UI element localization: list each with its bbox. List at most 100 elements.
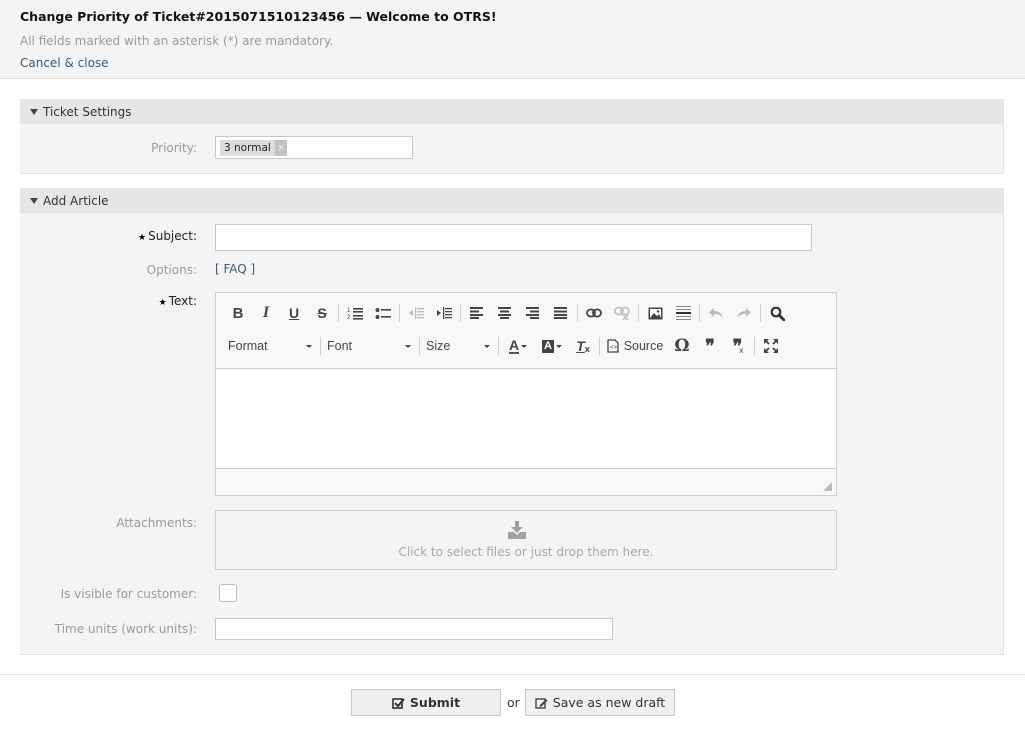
resize-handle-icon[interactable] [823,482,832,491]
remove-format-button[interactable]: Tx [569,334,597,358]
add-article-section: Add Article ★ Subject: Options: [ FAQ ] ★… [20,188,1004,655]
time-units-input[interactable] [215,618,613,640]
priority-select[interactable]: 3 normal x [215,136,413,159]
blockquote-button[interactable]: ❞ [696,334,724,358]
image-button[interactable] [641,301,669,325]
outdent-icon [409,307,424,319]
source-button[interactable]: <> Source [602,334,668,358]
size-combo[interactable]: Size [422,334,496,358]
priority-value: 3 normal [224,142,271,154]
toolbar-separator [699,304,700,322]
toolbar-separator [460,304,461,322]
link-icon [586,308,602,318]
visible-for-customer-checkbox[interactable] [219,584,237,602]
page-title: Change Priority of Ticket#20150715101234… [20,9,497,24]
justify-icon [554,307,567,319]
cancel-close-link[interactable]: Cancel & close [20,55,109,71]
text-color-icon: A [508,336,520,354]
align-center-button[interactable] [491,301,519,325]
redo-icon [737,308,751,318]
collapse-triangle-icon [30,108,38,115]
horizontal-line-icon [675,306,691,320]
outdent-button[interactable] [402,301,430,325]
strikethrough-button[interactable]: S [308,301,336,325]
editor-toolbar-row-2: Format Font Size A A Tx <> Source Ω ❞ ❞ x [224,333,785,359]
bulleted-list-icon [375,308,391,319]
mandatory-note: All fields marked with an asterisk (*) a… [20,34,334,48]
add-article-title: Add Article [43,193,109,208]
unlink-icon [614,306,630,320]
add-article-header[interactable]: Add Article [20,188,1003,213]
undo-button[interactable] [702,301,730,325]
numbered-list-button[interactable]: 12 [341,301,369,325]
image-icon [648,307,662,319]
remove-format-icon: T [576,338,585,354]
underline-button[interactable]: U [280,301,308,325]
subject-input[interactable] [215,224,812,251]
ticket-settings-section: Ticket Settings Priority: 3 normal x [20,99,1004,174]
justify-button[interactable] [547,301,575,325]
remove-blockquote-button[interactable]: ❞ x [724,334,752,358]
indent-button[interactable] [430,301,458,325]
toolbar-separator [599,337,600,355]
align-right-button[interactable] [519,301,547,325]
toolbar-separator [638,304,639,322]
editor-text-area[interactable] [216,368,836,469]
dropzone-text: Click to select files or just drop them … [398,545,654,559]
background-color-icon: A [542,339,554,353]
indent-icon [437,307,452,319]
align-right-icon [526,307,539,319]
text-color-button[interactable]: A [501,334,535,358]
toolbar-separator [419,337,420,355]
chevron-down-icon [521,344,528,348]
maximize-icon [764,339,778,353]
italic-button[interactable]: I [252,301,280,325]
source-icon: <> [607,339,619,353]
ticket-settings-header[interactable]: Ticket Settings [20,99,1003,124]
remove-format-x: x [584,344,590,354]
bold-button[interactable]: B [224,301,252,325]
attachments-label: Attachments: [116,516,197,530]
align-left-button[interactable] [463,301,491,325]
submit-button[interactable]: Submit [351,689,501,716]
editor-toolbar-row-1: B I U S 12 [224,300,791,326]
chevron-down-icon [555,344,562,348]
or-label: or [507,695,520,710]
attachment-dropzone[interactable]: Click to select files or just drop them … [215,510,837,570]
svg-text:<>: <> [610,345,618,351]
faq-link[interactable]: [ FAQ ] [215,262,255,276]
text-label-text: Text: [168,294,197,308]
format-combo-label: Format [228,339,268,353]
bulleted-list-button[interactable] [369,301,397,325]
subject-label-text: Subject: [148,229,197,243]
rich-text-editor: B I U S 12 Format Font Size A A T x <> S… [215,292,837,496]
format-combo[interactable]: Format [224,334,318,358]
undo-icon [709,308,723,318]
horizontal-line-button[interactable] [669,301,697,325]
save-draft-button[interactable]: Save as new draft [525,689,675,716]
priority-tag: 3 normal x [220,140,287,156]
toolbar-separator [754,337,755,355]
options-label: Options: [146,263,197,277]
special-char-button[interactable]: Ω [668,334,696,358]
font-combo-label: Font [327,339,353,353]
numbered-list-icon: 12 [347,308,363,320]
search-icon [770,306,785,321]
svg-text:1: 1 [347,308,351,314]
link-button[interactable] [580,301,608,325]
download-icon [508,521,526,539]
remove-priority-icon[interactable]: x [274,140,287,156]
text-label: ★ Text: [159,294,197,308]
toolbar-separator [399,304,400,322]
unlink-button[interactable] [608,301,636,325]
edit-icon [535,697,548,709]
toolbar-separator [338,304,339,322]
toolbar-separator [320,337,321,355]
font-combo[interactable]: Font [323,334,417,358]
redo-button[interactable] [730,301,758,325]
background-color-button[interactable]: A [535,334,569,358]
maximize-button[interactable] [757,334,785,358]
toolbar-separator [498,337,499,355]
find-button[interactable] [763,301,791,325]
chevron-down-icon [484,344,490,348]
